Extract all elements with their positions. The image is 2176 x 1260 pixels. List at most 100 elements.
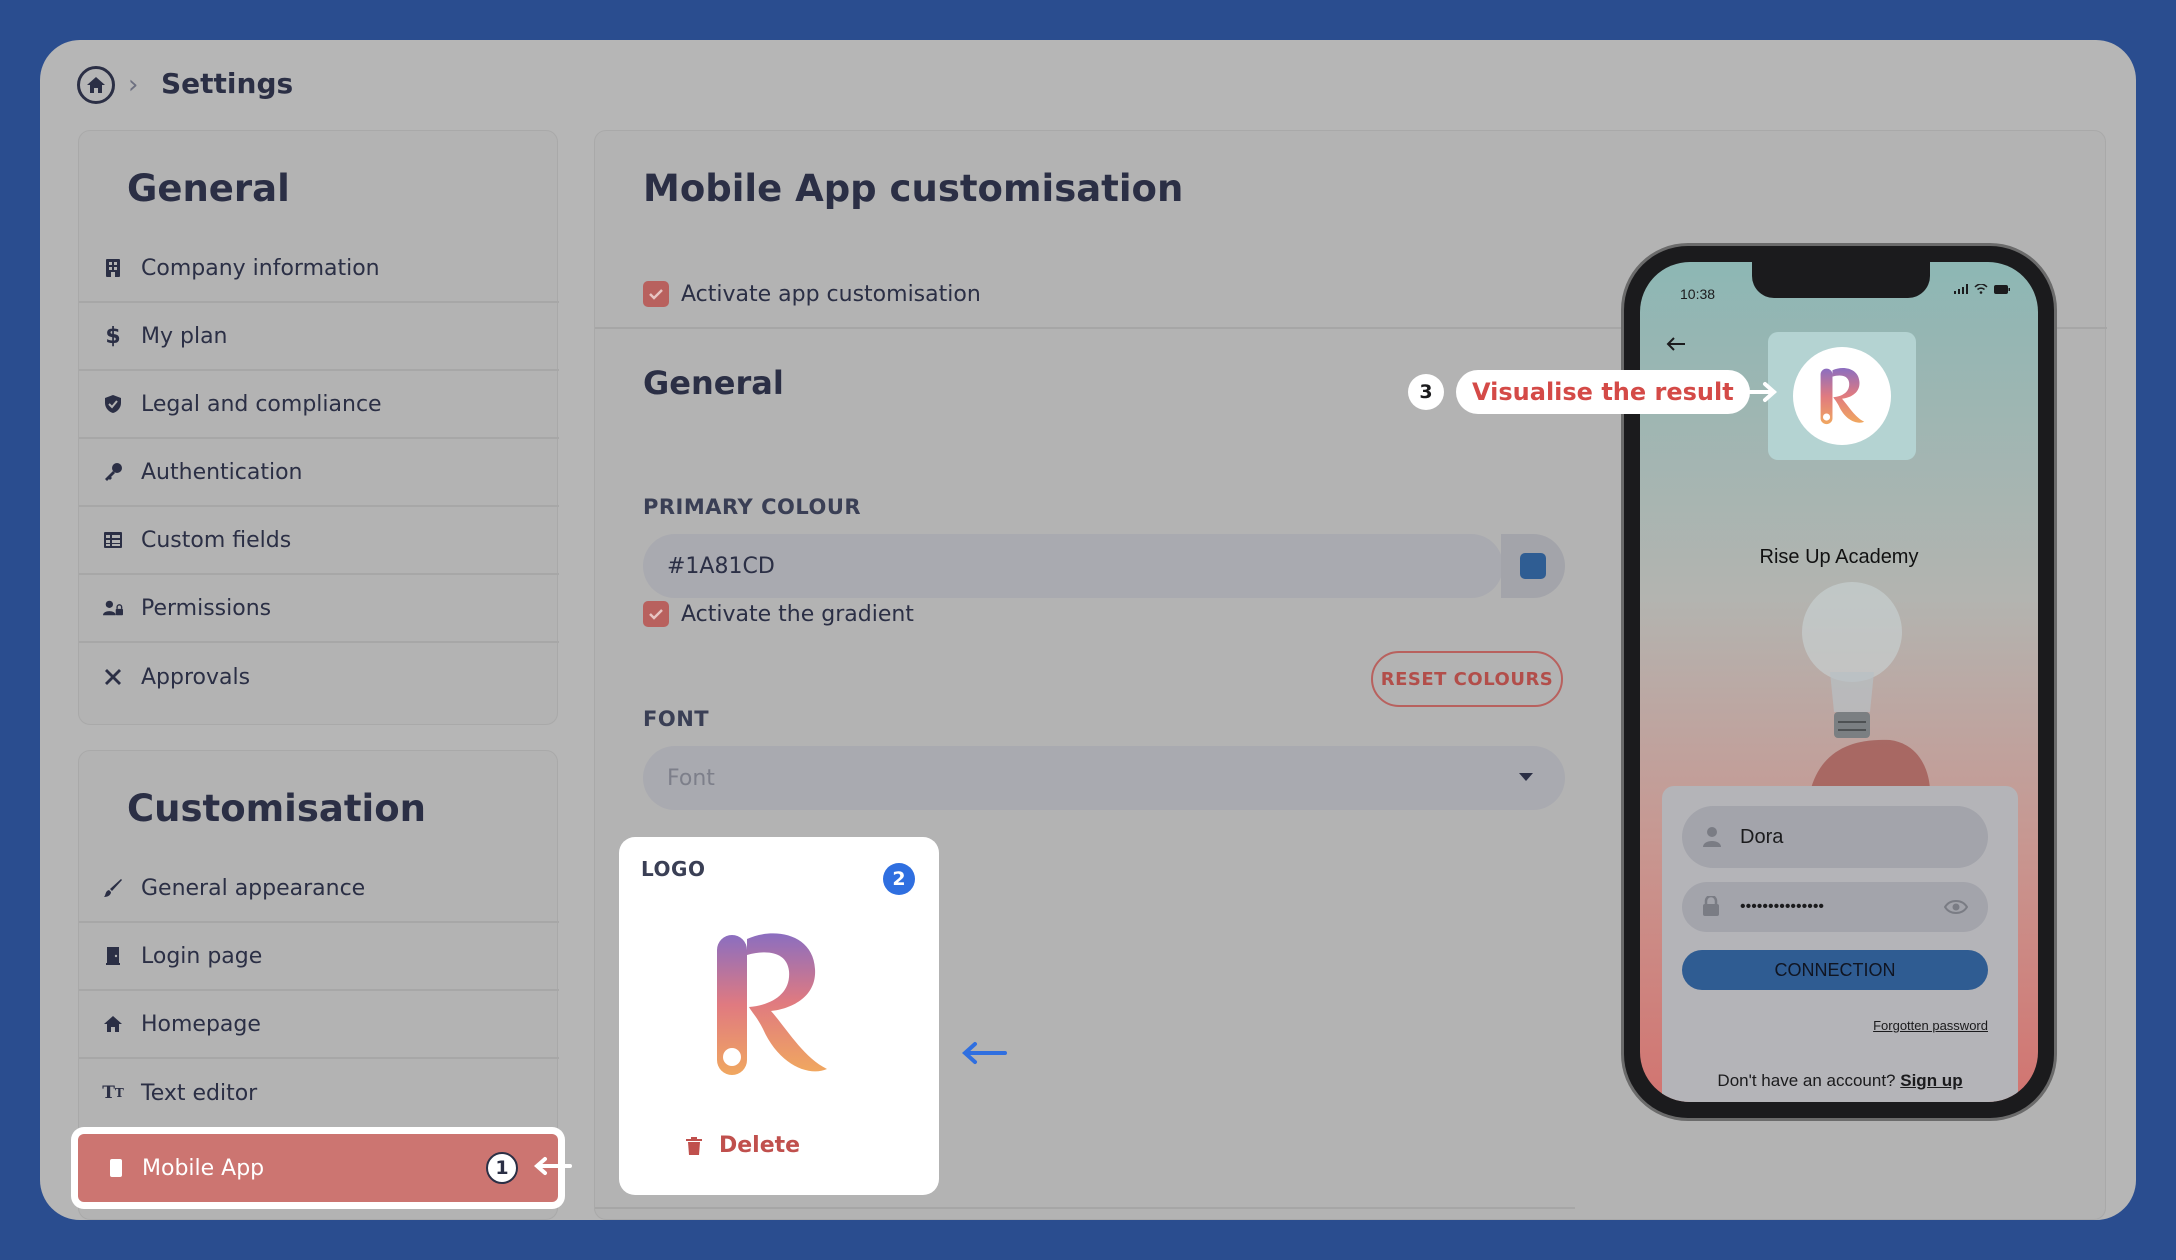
sidebar-item-general-appearance[interactable]: General appearance <box>79 855 559 923</box>
brush-icon <box>103 878 123 898</box>
user-icon <box>1703 827 1721 847</box>
dollar-icon: $ <box>105 323 121 349</box>
font-label: FONT <box>643 707 710 731</box>
sidebar-item-label: General appearance <box>141 875 366 901</box>
sidebar-item-label: Login page <box>141 943 263 969</box>
checkbox-checked-icon <box>643 601 669 627</box>
app-window: › Settings General Company information $… <box>40 40 2136 1220</box>
primary-colour-input[interactable]: #1A81CD <box>643 534 1503 598</box>
checkbox-checked-icon <box>643 281 669 307</box>
primary-colour-value: #1A81CD <box>667 553 775 579</box>
sidebar-item-label: Homepage <box>141 1011 261 1037</box>
back-arrow-icon[interactable] <box>1666 336 1686 352</box>
battery-icon <box>1994 284 2010 294</box>
text-size-icon: TT <box>102 1083 124 1103</box>
signup-row: Don't have an account? Sign up <box>1662 1071 2018 1091</box>
delete-logo-button[interactable]: Delete <box>685 1133 800 1158</box>
primary-colour-label: PRIMARY COLOUR <box>643 495 862 519</box>
step-badge-2: 2 <box>883 863 915 895</box>
home-icon <box>87 77 105 93</box>
delete-label: Delete <box>719 1133 801 1158</box>
checkbox-label: Activate the gradient <box>681 601 914 627</box>
sidebar-item-label: Approvals <box>141 664 251 690</box>
shield-icon <box>103 394 123 414</box>
home-icon <box>103 1014 123 1034</box>
font-select[interactable]: Font <box>643 746 1565 810</box>
logo-r-icon <box>1820 367 1865 425</box>
app-logo <box>1768 332 1916 460</box>
phone-time: 10:38 <box>1680 286 1716 302</box>
sidebar-item-custom-fields[interactable]: Custom fields <box>79 507 559 575</box>
step-badge-3: 3 <box>1410 376 1442 408</box>
lightbulb-image <box>1802 582 1930 792</box>
page-title: Settings <box>161 67 294 100</box>
building-icon <box>103 258 123 278</box>
eye-icon[interactable] <box>1944 899 1968 915</box>
sidebar-item-label: Company information <box>141 255 380 281</box>
activate-customisation-checkbox[interactable]: Activate app customisation <box>643 281 981 307</box>
section-title: General <box>643 364 784 402</box>
connection-button[interactable]: CONNECTION <box>1682 950 1988 990</box>
visualise-callout: Visualise the result <box>1456 370 1750 414</box>
checkbox-label: Activate app customisation <box>681 281 981 307</box>
table-icon <box>103 530 123 550</box>
lock-icon <box>1703 896 1719 916</box>
sidebar-item-label: My plan <box>141 323 228 349</box>
sidebar-item-permissions[interactable]: Permissions <box>79 575 559 643</box>
font-placeholder: Font <box>667 765 715 791</box>
signal-icon <box>1954 284 1968 294</box>
status-icons <box>1954 284 2010 294</box>
trash-icon <box>686 1136 702 1155</box>
sidebar-general-heading: General <box>127 167 290 210</box>
chevron-right-icon: › <box>128 70 139 100</box>
divider <box>595 1207 1575 1209</box>
mobile-icon <box>106 1157 126 1179</box>
sidebar-item-my-plan[interactable]: $ My plan <box>79 303 559 371</box>
user-lock-icon <box>103 598 123 618</box>
sidebar-item-label: Custom fields <box>141 527 292 553</box>
sidebar-item-mobile-app[interactable]: Mobile App 1 <box>78 1134 558 1202</box>
logo-card: LOGO 2 Delete <box>619 837 939 1195</box>
sidebar-item-legal[interactable]: Legal and compliance <box>79 371 559 439</box>
arrow-left-icon <box>534 1157 572 1175</box>
step-badge-1: 1 <box>486 1152 518 1184</box>
arrow-right-icon <box>1734 382 1778 402</box>
arrow-left-icon <box>962 1042 1007 1064</box>
logo-r-icon <box>717 933 827 1075</box>
door-icon <box>103 946 123 966</box>
sidebar-item-label: Legal and compliance <box>141 391 382 417</box>
reset-colours-button[interactable]: RESET COLOURS <box>1371 651 1563 707</box>
sidebar-item-label: Mobile App <box>142 1155 265 1181</box>
sidebar-item-homepage[interactable]: Homepage <box>79 991 559 1059</box>
login-card: Dora ••••••••••••••• CONNECTION Forgotte… <box>1662 786 2018 1102</box>
tools-icon <box>103 667 123 687</box>
forgotten-password-link[interactable]: Forgotten password <box>1873 1018 1988 1033</box>
sidebar-item-label: Authentication <box>141 459 303 485</box>
caret-down-icon <box>1519 773 1533 781</box>
logo-label: LOGO <box>641 857 706 881</box>
signup-link[interactable]: Sign up <box>1900 1071 1962 1090</box>
sidebar-item-authentication[interactable]: Authentication <box>79 439 559 507</box>
sidebar-customisation-heading: Customisation <box>127 787 426 830</box>
colour-picker-button[interactable] <box>1501 534 1565 598</box>
key-icon <box>103 462 123 482</box>
sidebar-general-card: General Company information $ My plan Le… <box>78 130 559 725</box>
phone-notch <box>1752 262 1930 298</box>
sidebar-item-company-information[interactable]: Company information <box>79 235 559 303</box>
username-input[interactable]: Dora <box>1682 806 1988 868</box>
sidebar-item-text-editor[interactable]: TT Text editor <box>79 1059 559 1127</box>
home-button[interactable] <box>77 66 115 104</box>
no-account-text: Don't have an account? <box>1717 1071 1896 1090</box>
app-name: Rise Up Academy <box>1759 546 1919 568</box>
username-value: Dora <box>1740 825 1784 848</box>
password-input[interactable]: ••••••••••••••• <box>1682 882 1988 932</box>
wifi-icon <box>1974 284 1988 294</box>
main-title: Mobile App customisation <box>643 167 1184 210</box>
password-value: ••••••••••••••• <box>1740 898 1825 915</box>
activate-gradient-checkbox[interactable]: Activate the gradient <box>643 601 914 627</box>
sidebar-item-approvals[interactable]: Approvals <box>79 643 559 711</box>
sidebar-item-login-page[interactable]: Login page <box>79 923 559 991</box>
sidebar-item-label: Text editor <box>141 1080 258 1106</box>
sidebar-item-label: Permissions <box>141 595 272 621</box>
app-logo-circle <box>1793 347 1891 445</box>
